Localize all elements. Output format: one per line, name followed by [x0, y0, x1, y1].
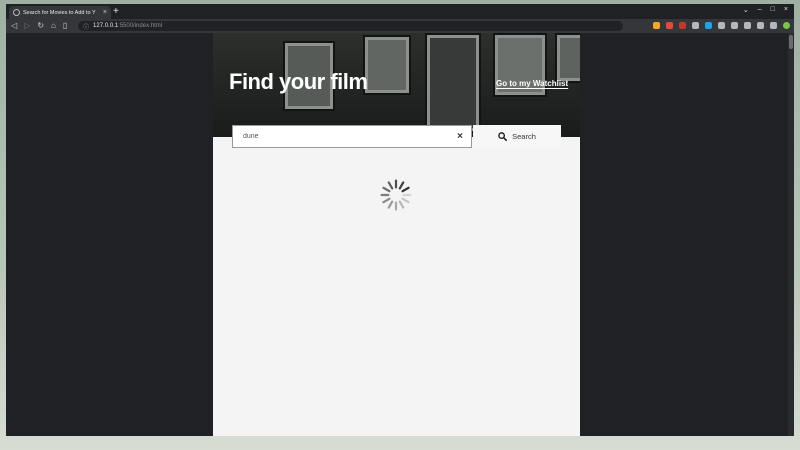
browser-toolbar: ◁ ▷ ↻ ⌂ ▯ ⓘ 127.0.0.1:5500/index.html	[6, 19, 794, 33]
forward-icon[interactable]: ▷	[24, 21, 30, 31]
spinner-spoke	[382, 186, 391, 193]
url-text: 127.0.0.1:5500/index.html	[93, 23, 162, 29]
page-title: Find your film	[229, 69, 368, 94]
extension-icon[interactable]	[653, 22, 660, 29]
info-icon[interactable]: ⓘ	[83, 22, 89, 31]
loading-spinner-icon	[380, 179, 412, 211]
maximize-button[interactable]: □	[771, 6, 775, 14]
search-icon	[498, 132, 508, 141]
extension-icon[interactable]	[744, 22, 751, 29]
search-button[interactable]: Search	[473, 125, 561, 148]
globe-icon	[13, 9, 20, 16]
extension-icon[interactable]	[783, 22, 790, 29]
extension-icon[interactable]	[731, 22, 738, 29]
address-bar[interactable]: ⓘ 127.0.0.1:5500/index.html	[78, 21, 623, 31]
spinner-spoke	[387, 181, 394, 190]
minimize-button[interactable]: –	[758, 6, 762, 14]
tab-search-icon[interactable]: ⌄	[743, 6, 749, 14]
tab-title: Search for Movies to Add to Y	[23, 9, 96, 16]
window-controls: ⌄ – □ ×	[743, 6, 788, 14]
clear-icon[interactable]: ×	[457, 131, 463, 142]
tab-bar: Search for Movies to Add to Y × + ⌄ – □ …	[6, 4, 794, 19]
nav-buttons: ◁ ▷ ↻ ⌂ ▯	[11, 21, 67, 31]
extension-icon[interactable]	[770, 22, 777, 29]
spinner-spoke	[401, 186, 410, 193]
spinner-spoke	[398, 181, 405, 190]
scrollbar[interactable]	[788, 33, 794, 436]
extension-icon[interactable]	[718, 22, 725, 29]
spinner-spoke	[398, 200, 405, 209]
extension-icon[interactable]	[705, 22, 712, 29]
extension-icon[interactable]	[679, 22, 686, 29]
search-field[interactable]: ×	[232, 125, 472, 148]
spinner-spoke	[387, 200, 394, 209]
search-button-label: Search	[512, 132, 536, 141]
tab-active[interactable]: Search for Movies to Add to Y ×	[9, 6, 111, 19]
back-icon[interactable]: ◁	[11, 21, 17, 31]
scrollbar-thumb[interactable]	[789, 35, 793, 49]
watchlist-link[interactable]: Go to my Watchlist	[496, 79, 568, 88]
extensions-bar	[653, 22, 790, 29]
page-viewport: Find your film Go to my Watchlist × Sear…	[6, 33, 794, 436]
url-path: :5500/index.html	[118, 23, 163, 29]
close-window-button[interactable]: ×	[784, 6, 788, 14]
extension-icon[interactable]	[666, 22, 673, 29]
search-input[interactable]	[241, 132, 458, 141]
spinner-spoke	[382, 197, 391, 204]
extension-icon[interactable]	[757, 22, 764, 29]
bookmark-icon[interactable]: ▯	[63, 21, 67, 31]
browser-window: Search for Movies to Add to Y × + ⌄ – □ …	[6, 4, 794, 436]
new-tab-button[interactable]: +	[113, 6, 119, 17]
url-host: 127.0.0.1	[93, 23, 119, 29]
home-icon[interactable]: ⌂	[51, 21, 56, 31]
tab-close-icon[interactable]: ×	[103, 9, 107, 16]
reload-icon[interactable]: ↻	[37, 21, 44, 31]
spinner-spoke	[401, 197, 410, 204]
extension-icon[interactable]	[692, 22, 699, 29]
